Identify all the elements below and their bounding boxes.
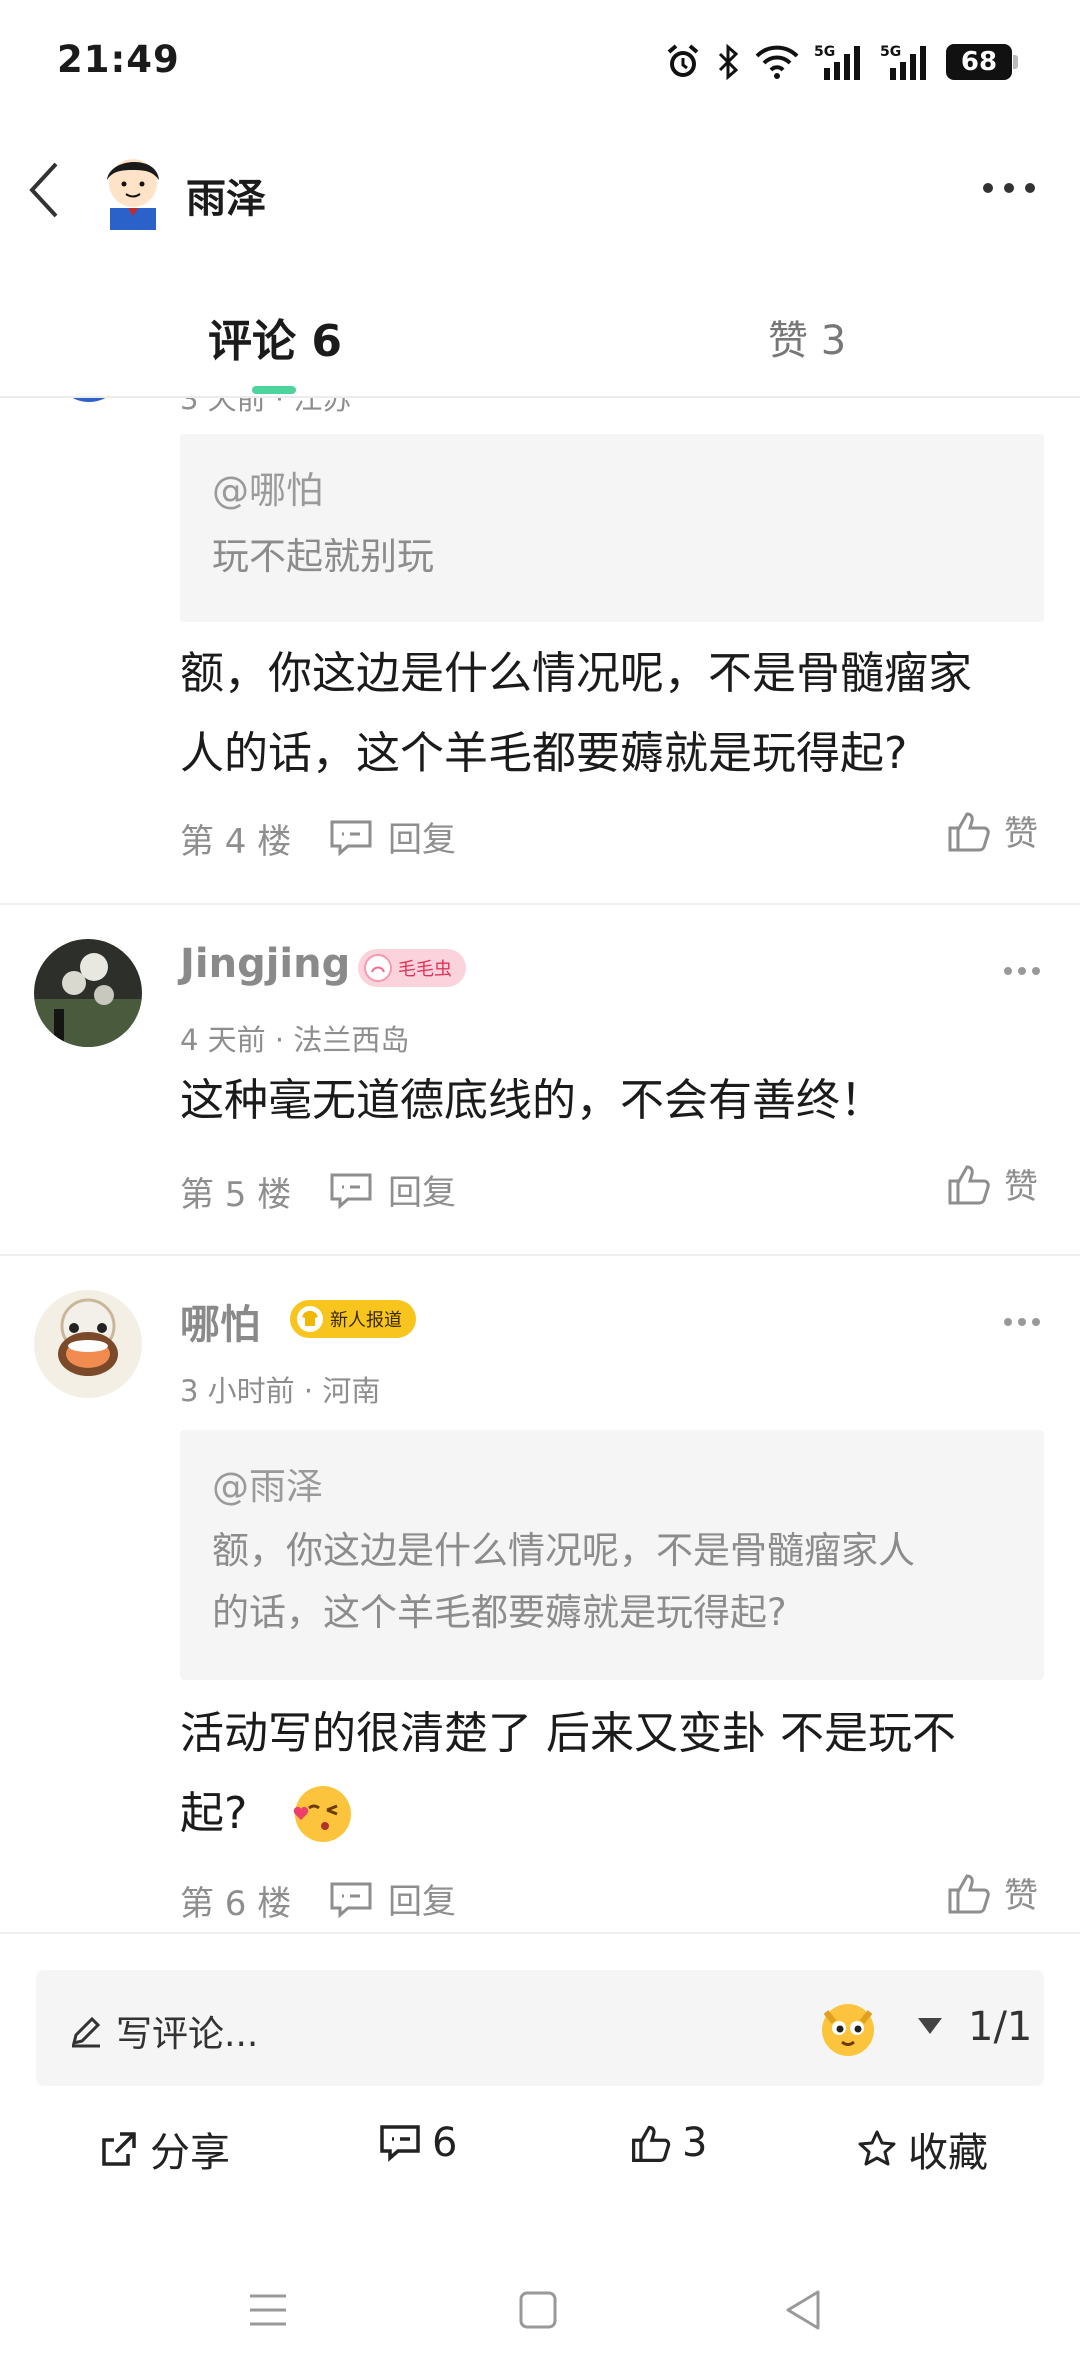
- star-icon: [858, 2130, 896, 2166]
- commenter-name[interactable]: 哪怕: [180, 1292, 260, 1350]
- quote-author[interactable]: @雨泽: [212, 1456, 323, 1510]
- badge-label: 毛毛虫: [398, 959, 452, 980]
- favorite-label: 收藏: [908, 2130, 988, 2176]
- comment-text-line: 活动写的很清楚了 后来又变卦 不是玩不: [180, 1708, 956, 1759]
- home-icon[interactable]: [518, 2290, 558, 2330]
- pencil-icon: [71, 2016, 101, 2048]
- svg-text:5G: 5G: [814, 44, 835, 60]
- wifi-icon: [755, 45, 799, 79]
- floor-number: 第 6 楼: [180, 1884, 292, 1924]
- svg-text:5G: 5G: [880, 44, 901, 60]
- menu-icon[interactable]: [248, 2290, 288, 2330]
- reply-icon: [330, 1882, 372, 1918]
- share-label: 分享: [150, 2130, 230, 2176]
- share-button[interactable]: 分享: [98, 2120, 230, 2178]
- quote-text-line: 额，你这边是什么情况呢，不是骨髓瘤家人: [212, 1529, 915, 1572]
- reply-button[interactable]: 回复: [328, 812, 456, 861]
- comment-divider: [0, 1932, 1080, 1934]
- avatar[interactable]: [54, 398, 124, 402]
- quote-text-line: 的话，这个羊毛都要薅就是玩得起?: [212, 1591, 787, 1634]
- comment-text: 活动写的很清楚了 后来又变卦 不是玩不 起?: [180, 1694, 956, 1854]
- like-label: 赞: [1004, 1876, 1038, 1916]
- level-badge[interactable]: 毛毛虫: [358, 949, 466, 987]
- level-icon: [364, 954, 392, 982]
- page-indicator[interactable]: 1/1: [968, 2004, 1032, 2050]
- like-button[interactable]: 赞: [946, 806, 1038, 855]
- reply-button[interactable]: 回复: [328, 1874, 456, 1923]
- like-count-button[interactable]: 3: [630, 2120, 707, 2166]
- comment-text: 这种毫无道德底线的，不会有善终！: [180, 1075, 884, 1126]
- thumbs-up-icon: [632, 2125, 671, 2162]
- comment-icon: [380, 2125, 420, 2162]
- avatar[interactable]: [98, 150, 168, 230]
- more-options-icon[interactable]: [1002, 1316, 1042, 1328]
- thumbs-up-icon: [948, 811, 990, 851]
- system-nav-bar: [0, 2270, 1080, 2350]
- header-username[interactable]: 雨泽: [186, 166, 266, 224]
- action-bar: 分享 6 3 收藏: [0, 2120, 1080, 2180]
- quote-text: 额，你这边是什么情况呢，不是骨髓瘤家人 的话，这个羊毛都要薅就是玩得起?: [212, 1520, 915, 1644]
- badge-label: 新人报道: [330, 1310, 402, 1331]
- quote-text: 玩不起就别玩: [212, 535, 434, 578]
- clock: 21:49: [57, 38, 180, 81]
- avatar[interactable]: [34, 939, 142, 1047]
- signal-5g-icon-2: 5G: [880, 44, 926, 80]
- reply-button[interactable]: 回复: [328, 1165, 456, 1214]
- quoted-comment: @雨泽 额，你这边是什么情况呢，不是骨髓瘤家人 的话，这个羊毛都要薅就是玩得起?: [180, 1430, 1044, 1680]
- tab-comments[interactable]: 评论 6: [208, 305, 342, 369]
- quoted-comment: @哪怕 玩不起就别玩: [180, 434, 1044, 622]
- comment-text: 额，你这边是什么情况呢，不是骨髓瘤家 人的话，这个羊毛都要薅就是玩得起?: [180, 634, 972, 794]
- like-button[interactable]: 赞: [946, 1868, 1038, 1917]
- comment-item-floor-4: 3 天前 · 江苏 @哪怕 玩不起就别玩 额，你这边是什么情况呢，不是骨髓瘤家 …: [0, 398, 1080, 904]
- comment-text-line: 人的话，这个羊毛都要薅就是玩得起?: [180, 728, 908, 779]
- comment-text-line: 额，你这边是什么情况呢，不是骨髓瘤家: [180, 648, 972, 699]
- comment-text-line: 起?: [180, 1774, 956, 1854]
- emoji-picker-icon[interactable]: [818, 1998, 878, 2058]
- signal-5g-icon: 5G: [814, 44, 860, 80]
- reply-label: 回复: [388, 820, 456, 860]
- reply-icon: [330, 820, 372, 856]
- comment-item-floor-6: 哪怕 新人报道 3 小时前 · 河南 @雨泽 额，你这边是什么情况呢，不是骨髓瘤…: [0, 1256, 1080, 1932]
- page-dropdown-icon[interactable]: [916, 2016, 944, 2036]
- like-button[interactable]: 赞: [946, 1159, 1038, 1208]
- favorite-button[interactable]: 收藏: [856, 2120, 988, 2178]
- like-label: 赞: [1004, 814, 1038, 854]
- thumbs-up-icon: [948, 1164, 990, 1204]
- status-icons: 5G 5G 68: [664, 40, 1018, 84]
- battery-indicator: 68: [946, 44, 1018, 80]
- status-bar: 21:49 5G 5G 68: [0, 0, 1080, 120]
- back-arrow-icon[interactable]: [26, 160, 66, 220]
- floor-number: 第 4 楼: [180, 822, 292, 862]
- more-options-icon[interactable]: [1002, 965, 1042, 977]
- more-options-icon[interactable]: [980, 178, 1038, 198]
- alarm-icon: [667, 44, 699, 77]
- comment-meta: 4 天前 · 法兰西岛: [180, 1023, 410, 1057]
- comment-text-line2: 起?: [180, 1788, 248, 1839]
- avatar[interactable]: [34, 1290, 142, 1398]
- comment-item-floor-5: Jingjing 毛毛虫 4 天前 · 法兰西岛 这种毫无道德底线的，不会有善终…: [0, 905, 1080, 1253]
- comments-count-button[interactable]: 6: [378, 2120, 457, 2166]
- shirt-icon: [297, 1306, 323, 1332]
- active-tab-indicator: [252, 386, 296, 394]
- quote-author[interactable]: @哪怕: [212, 460, 323, 514]
- reply-label: 回复: [388, 1882, 456, 1922]
- commenter-name[interactable]: Jingjing: [180, 941, 350, 987]
- write-comment-label: 写评论...: [116, 2014, 259, 2055]
- thumbs-up-icon: [948, 1873, 990, 1913]
- floor-number: 第 5 楼: [180, 1175, 292, 1215]
- reply-label: 回复: [388, 1173, 456, 1213]
- level-badge[interactable]: 新人报道: [290, 1300, 416, 1338]
- like-count: 3: [682, 2120, 708, 2166]
- write-comment-placeholder[interactable]: 写评论...: [68, 2005, 258, 2057]
- comment-meta: 3 小时前 · 河南: [180, 1374, 381, 1408]
- back-icon[interactable]: [782, 2288, 822, 2332]
- tab-likes[interactable]: 赞 3: [768, 308, 846, 366]
- blowing-kiss-emoji-icon: [294, 1786, 352, 1842]
- comment-meta: 3 天前 · 江苏: [180, 398, 352, 416]
- bluetooth-icon: [718, 43, 739, 81]
- like-label: 赞: [1004, 1167, 1038, 1207]
- reply-icon: [330, 1173, 372, 1209]
- comments-count: 6: [432, 2120, 458, 2166]
- share-icon: [102, 2132, 136, 2166]
